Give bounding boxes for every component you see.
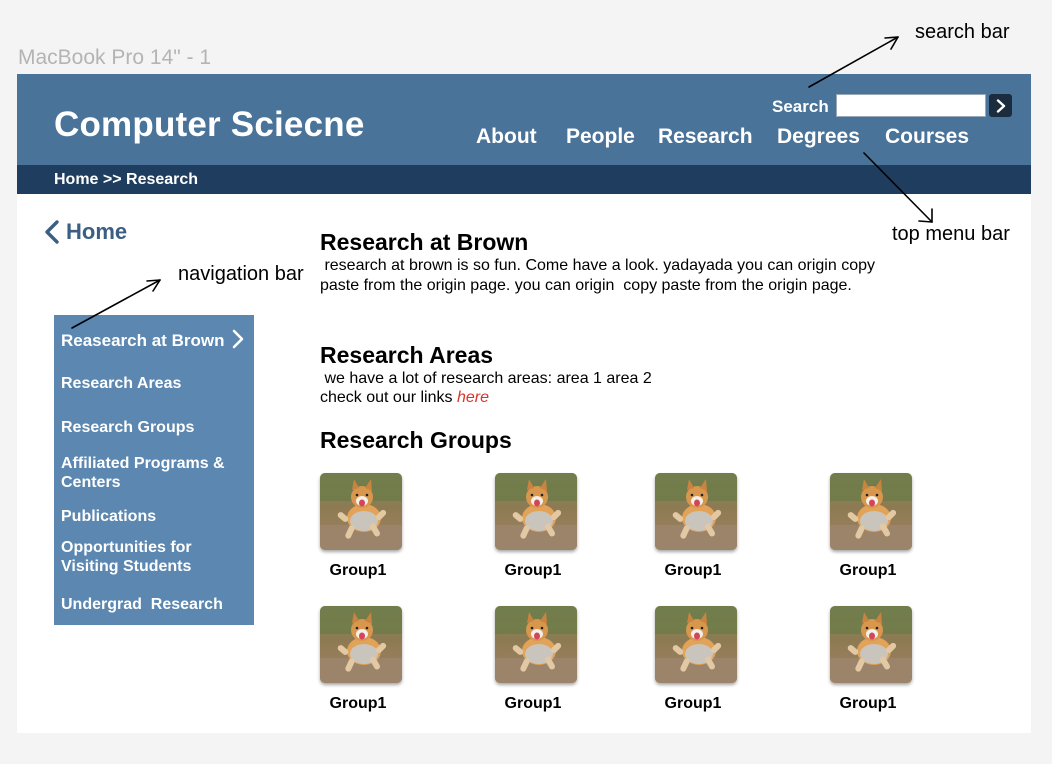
menu-item-about[interactable]: About [476, 125, 537, 149]
search-label: Search [772, 97, 829, 116]
links-prompt-text: check out our links [320, 389, 457, 406]
group-image[interactable] [655, 473, 737, 550]
chevron-right-icon [232, 329, 244, 349]
group-caption[interactable]: Group1 [818, 695, 918, 713]
section-title-research-groups: Research Groups [320, 427, 512, 453]
group-caption[interactable]: Group1 [308, 562, 408, 580]
group-card[interactable]: Group1 [830, 473, 912, 579]
page-frame: Computer Sciecne Search About People Res… [17, 74, 1031, 733]
annotation-navigation-bar: navigation bar [178, 263, 304, 285]
sidenav-item-publications[interactable]: Publications [61, 507, 156, 526]
frame-label: MacBook Pro 14" - 1 [18, 46, 212, 69]
search-submit-button[interactable] [989, 94, 1012, 117]
group-caption[interactable]: Group1 [643, 695, 743, 713]
group-image[interactable] [830, 473, 912, 550]
group-caption[interactable]: Group1 [483, 695, 583, 713]
sidenav-item-visiting-students[interactable]: Opportunities for Visiting Students [61, 538, 231, 576]
sidenav-item-affiliated-programs[interactable]: Affiliated Programs & Centers [61, 454, 241, 492]
annotation-top-menu-bar: top menu bar [892, 223, 1010, 245]
group-card[interactable]: Group1 [495, 473, 577, 579]
sidenav-item-research-at-brown[interactable]: Reasearch at Brown [61, 331, 224, 350]
group-image[interactable] [655, 606, 737, 683]
group-card[interactable]: Group1 [320, 473, 402, 579]
breadcrumb[interactable]: Home >> Research [54, 171, 198, 189]
site-title[interactable]: Computer Sciecne [54, 105, 365, 145]
group-image[interactable] [495, 606, 577, 683]
group-caption[interactable]: Group1 [308, 695, 408, 713]
section-text-research-at-brown: research at brown is so fun. Come have a… [320, 257, 880, 294]
group-card[interactable]: Group1 [830, 606, 912, 712]
group-caption[interactable]: Group1 [818, 562, 918, 580]
here-link[interactable]: here [457, 389, 489, 406]
sidenav-item-undergrad-research[interactable]: Undergrad Research [61, 595, 223, 614]
group-caption[interactable]: Group1 [643, 562, 743, 580]
back-home-label: Home [66, 219, 128, 244]
menu-item-research[interactable]: Research [658, 125, 753, 149]
group-card[interactable]: Group1 [655, 473, 737, 579]
annotation-search-bar: search bar [915, 21, 1010, 43]
menu-item-degrees[interactable]: Degrees [777, 125, 860, 149]
search-bar-arrowhead [884, 36, 899, 50]
menu-item-people[interactable]: People [566, 125, 635, 149]
group-card[interactable]: Group1 [495, 606, 577, 712]
group-card[interactable]: Group1 [320, 606, 402, 712]
back-home-link[interactable]: Home [44, 219, 127, 245]
side-navigation: Reasearch at Brown Research Areas Resear… [54, 315, 254, 625]
section-title-research-areas: Research Areas [320, 342, 494, 368]
section-title-research-at-brown: Research at Brown [320, 229, 529, 255]
group-card[interactable]: Group1 [655, 606, 737, 712]
search-input[interactable] [836, 94, 986, 117]
section-text-research-areas: we have a lot of research areas: area 1 … [320, 370, 652, 387]
breadcrumb-bar: Home >> Research [17, 165, 1031, 194]
group-image[interactable] [830, 606, 912, 683]
chevron-left-icon [45, 220, 59, 244]
sidenav-item-research-areas[interactable]: Research Areas [61, 374, 181, 393]
group-image[interactable] [320, 473, 402, 550]
group-image[interactable] [320, 606, 402, 683]
menu-item-courses[interactable]: Courses [885, 125, 969, 149]
site-header: Computer Sciecne Search About People Res… [17, 74, 1031, 165]
research-areas-links-line: check out our links here [320, 388, 489, 408]
chevron-right-icon [996, 98, 1005, 113]
sidenav-item-research-groups[interactable]: Research Groups [61, 418, 194, 437]
group-image[interactable] [495, 473, 577, 550]
group-caption[interactable]: Group1 [483, 562, 583, 580]
